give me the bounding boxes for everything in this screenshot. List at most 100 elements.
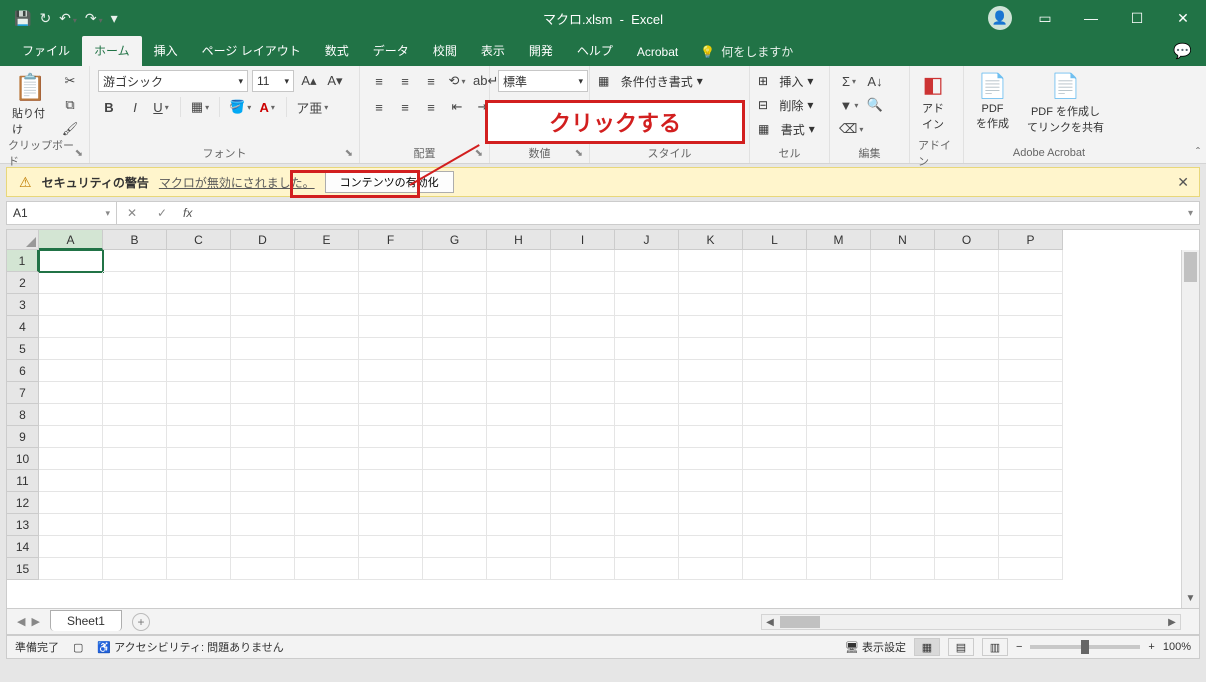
cell-J4[interactable] bbox=[615, 316, 679, 338]
cell-G13[interactable] bbox=[423, 514, 487, 536]
tab-home[interactable]: ホーム bbox=[82, 36, 142, 66]
cell-O14[interactable] bbox=[935, 536, 999, 558]
cell-M5[interactable] bbox=[807, 338, 871, 360]
cell-B3[interactable] bbox=[103, 294, 167, 316]
cell-J1[interactable] bbox=[615, 250, 679, 272]
cell-K13[interactable] bbox=[679, 514, 743, 536]
cell-M3[interactable] bbox=[807, 294, 871, 316]
increase-font-icon[interactable]: A▴ bbox=[298, 70, 320, 92]
row-header-14[interactable]: 14 bbox=[7, 536, 39, 558]
tab-developer[interactable]: 開発 bbox=[517, 36, 565, 66]
cell-J2[interactable] bbox=[615, 272, 679, 294]
format-cells-button[interactable]: 書式 bbox=[781, 121, 805, 138]
close-button[interactable]: ✕ bbox=[1160, 0, 1206, 36]
tab-data[interactable]: データ bbox=[361, 36, 421, 66]
row-header-12[interactable]: 12 bbox=[7, 492, 39, 514]
cell-C15[interactable] bbox=[167, 558, 231, 580]
cell-G15[interactable] bbox=[423, 558, 487, 580]
cell-F8[interactable] bbox=[359, 404, 423, 426]
cell-L15[interactable] bbox=[743, 558, 807, 580]
cell-I15[interactable] bbox=[551, 558, 615, 580]
tab-review[interactable]: 校閲 bbox=[421, 36, 469, 66]
cancel-formula-icon[interactable]: ✕ bbox=[117, 206, 147, 220]
cell-F10[interactable] bbox=[359, 448, 423, 470]
cell-F1[interactable] bbox=[359, 250, 423, 272]
cell-B13[interactable] bbox=[103, 514, 167, 536]
collapse-ribbon-icon[interactable]: ˆ bbox=[1196, 145, 1200, 159]
cell-B8[interactable] bbox=[103, 404, 167, 426]
autosave-icon[interactable]: ↻ bbox=[39, 10, 51, 27]
cell-O6[interactable] bbox=[935, 360, 999, 382]
cell-N10[interactable] bbox=[871, 448, 935, 470]
cell-O1[interactable] bbox=[935, 250, 999, 272]
cell-P5[interactable] bbox=[999, 338, 1063, 360]
cell-C8[interactable] bbox=[167, 404, 231, 426]
page-break-view-icon[interactable]: ▥ bbox=[982, 638, 1008, 656]
cell-G5[interactable] bbox=[423, 338, 487, 360]
cell-P1[interactable] bbox=[999, 250, 1063, 272]
cell-F9[interactable] bbox=[359, 426, 423, 448]
cell-D1[interactable] bbox=[231, 250, 295, 272]
column-header-L[interactable]: L bbox=[743, 230, 807, 250]
cell-G8[interactable] bbox=[423, 404, 487, 426]
row-header-7[interactable]: 7 bbox=[7, 382, 39, 404]
cell-M4[interactable] bbox=[807, 316, 871, 338]
scroll-down-icon[interactable]: ▼ bbox=[1182, 590, 1199, 608]
share-button[interactable]: 💬 bbox=[1173, 42, 1192, 60]
cell-H7[interactable] bbox=[487, 382, 551, 404]
cell-H8[interactable] bbox=[487, 404, 551, 426]
account-avatar[interactable]: 👤 bbox=[988, 6, 1012, 30]
cell-H5[interactable] bbox=[487, 338, 551, 360]
conditional-format-button[interactable]: 条件付き書式 bbox=[621, 73, 693, 90]
clipboard-dialog-icon[interactable]: ⬊ bbox=[75, 148, 83, 159]
bold-button[interactable]: B bbox=[98, 96, 120, 118]
cell-L8[interactable] bbox=[743, 404, 807, 426]
cell-F13[interactable] bbox=[359, 514, 423, 536]
cell-I14[interactable] bbox=[551, 536, 615, 558]
cell-C12[interactable] bbox=[167, 492, 231, 514]
cell-K4[interactable] bbox=[679, 316, 743, 338]
cell-P8[interactable] bbox=[999, 404, 1063, 426]
zoom-out-button[interactable]: − bbox=[1016, 641, 1022, 653]
cell-G10[interactable] bbox=[423, 448, 487, 470]
row-header-3[interactable]: 3 bbox=[7, 294, 39, 316]
column-header-I[interactable]: I bbox=[551, 230, 615, 250]
hscroll-thumb[interactable] bbox=[780, 616, 820, 628]
cell-I5[interactable] bbox=[551, 338, 615, 360]
cell-K2[interactable] bbox=[679, 272, 743, 294]
cell-E14[interactable] bbox=[295, 536, 359, 558]
cell-B1[interactable] bbox=[103, 250, 167, 272]
cell-P11[interactable] bbox=[999, 470, 1063, 492]
row-header-1[interactable]: 1 bbox=[7, 250, 39, 272]
column-header-E[interactable]: E bbox=[295, 230, 359, 250]
column-header-N[interactable]: N bbox=[871, 230, 935, 250]
column-header-F[interactable]: F bbox=[359, 230, 423, 250]
cell-E10[interactable] bbox=[295, 448, 359, 470]
cell-O3[interactable] bbox=[935, 294, 999, 316]
tab-view[interactable]: 表示 bbox=[469, 36, 517, 66]
row-header-9[interactable]: 9 bbox=[7, 426, 39, 448]
cell-J15[interactable] bbox=[615, 558, 679, 580]
cell-B4[interactable] bbox=[103, 316, 167, 338]
cell-M13[interactable] bbox=[807, 514, 871, 536]
cell-E6[interactable] bbox=[295, 360, 359, 382]
cell-A13[interactable] bbox=[39, 514, 103, 536]
conditional-format-icon[interactable]: ▦ bbox=[598, 74, 609, 88]
cell-I2[interactable] bbox=[551, 272, 615, 294]
cell-J10[interactable] bbox=[615, 448, 679, 470]
clear-icon[interactable]: ⌫ bbox=[838, 118, 864, 140]
macro-recorder-icon[interactable]: ▢ bbox=[73, 641, 83, 654]
row-header-8[interactable]: 8 bbox=[7, 404, 39, 426]
cell-C4[interactable] bbox=[167, 316, 231, 338]
row-header-15[interactable]: 15 bbox=[7, 558, 39, 580]
cell-G11[interactable] bbox=[423, 470, 487, 492]
autosum-icon[interactable]: Σ bbox=[838, 70, 860, 92]
insert-cells-button[interactable]: 挿入 bbox=[779, 73, 803, 90]
cell-P13[interactable] bbox=[999, 514, 1063, 536]
paste-button[interactable]: 📋 貼り付け bbox=[8, 70, 53, 139]
cell-C1[interactable] bbox=[167, 250, 231, 272]
cell-D15[interactable] bbox=[231, 558, 295, 580]
cell-F11[interactable] bbox=[359, 470, 423, 492]
create-pdf-button[interactable]: 📄PDF を作成 bbox=[972, 70, 1013, 133]
cell-P9[interactable] bbox=[999, 426, 1063, 448]
